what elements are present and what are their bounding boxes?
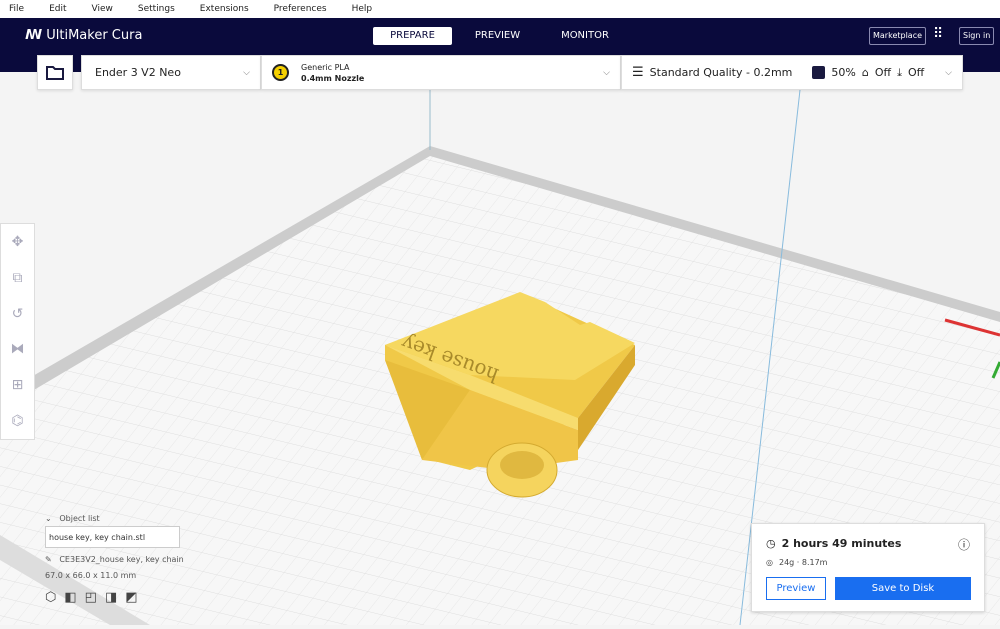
support-blocker-icon[interactable]: ⌬: [11, 413, 23, 429]
printer-name: Ender 3 V2 Neo: [95, 66, 181, 79]
chevron-down-icon: ⌵: [945, 68, 952, 78]
infill-value: 50%: [831, 66, 855, 79]
support-icon: ⌂: [862, 66, 869, 79]
tab-preview[interactable]: PREVIEW: [460, 27, 535, 45]
tab-monitor[interactable]: MONITOR: [545, 27, 625, 45]
scale-tool-icon[interactable]: ⧉: [13, 270, 23, 286]
apps-grid-icon[interactable]: ⠿: [933, 26, 941, 42]
spool-icon: ◎: [766, 558, 773, 567]
infill-icon: [812, 66, 825, 79]
adhesion-icon: ⤓: [897, 66, 902, 80]
folder-icon: [46, 65, 64, 80]
extruder-icon: 1: [272, 64, 289, 81]
menu-extensions[interactable]: Extensions: [200, 4, 249, 14]
sign-in-button[interactable]: Sign in: [959, 27, 994, 45]
object-list-toggle[interactable]: ⌄ Object list: [45, 514, 184, 523]
marketplace-button[interactable]: Marketplace: [869, 27, 926, 45]
object-list-panel: ⌄ Object list ✎ CE3E3V2_house key, key c…: [45, 514, 184, 605]
object-file-field[interactable]: [45, 526, 180, 548]
print-time: 2 hours 49 minutes: [782, 537, 902, 550]
menu-file[interactable]: File: [9, 4, 24, 14]
rotate-tool-icon[interactable]: ↺: [12, 306, 24, 322]
chevron-down-icon: ⌄: [45, 514, 52, 523]
profile-name: Standard Quality - 0.2mm: [650, 66, 793, 79]
info-icon[interactable]: ⓘ: [958, 536, 970, 553]
move-tool-icon[interactable]: ✥: [12, 234, 24, 250]
mirror-tool-icon[interactable]: ⧓: [11, 341, 25, 357]
job-name[interactable]: CE3E3V2_house key, key chain: [59, 555, 183, 564]
per-model-settings-icon[interactable]: ⊞: [12, 377, 24, 393]
nozzle-size: 0.4mm Nozzle: [301, 73, 364, 84]
chevron-down-icon: ⌵: [603, 68, 610, 78]
menu-edit[interactable]: Edit: [49, 4, 66, 14]
printer-selector[interactable]: Ender 3 V2 Neo ⌵: [81, 55, 261, 90]
material-selector[interactable]: 1 Generic PLA0.4mm Nozzle ⌵: [261, 55, 621, 90]
chevron-down-icon: ⌵: [243, 68, 250, 78]
view-top-icon[interactable]: ◰: [85, 590, 97, 605]
object-list-label: Object list: [59, 514, 99, 523]
menu-bar: File Edit View Settings Extensions Prefe…: [0, 0, 1000, 18]
ultimaker-logo-icon: ꟿ: [25, 28, 42, 43]
clock-icon: ◷: [766, 537, 776, 550]
save-to-disk-button[interactable]: Save to Disk: [835, 577, 971, 600]
menu-help[interactable]: Help: [352, 4, 373, 14]
support-value: Off: [875, 66, 891, 79]
material-usage: 24g · 8.17m: [779, 558, 828, 567]
sliders-icon: ☰: [632, 65, 644, 80]
open-file-button[interactable]: [37, 55, 73, 90]
object-dimensions: 67.0 x 66.0 x 11.0 mm: [45, 571, 184, 580]
pencil-icon[interactable]: ✎: [45, 555, 52, 564]
menu-view[interactable]: View: [92, 4, 113, 14]
app-logo: ꟿ UltiMaker Cura: [25, 28, 142, 43]
view-front-icon[interactable]: ◧: [64, 590, 76, 605]
preview-button[interactable]: Preview: [766, 577, 826, 600]
adhesion-value: Off: [908, 66, 924, 79]
view-left-icon[interactable]: ◨: [105, 590, 117, 605]
material-name: Generic PLA: [301, 62, 364, 73]
menu-settings[interactable]: Settings: [138, 4, 175, 14]
view-3d-icon[interactable]: ⬡: [45, 590, 56, 605]
menu-preferences[interactable]: Preferences: [274, 4, 327, 14]
app-title: UltiMaker Cura: [46, 28, 142, 43]
print-settings-selector[interactable]: ☰ Standard Quality - 0.2mm 50% ⌂ Off ⤓ O…: [621, 55, 963, 90]
print-summary-panel: ◷ 2 hours 49 minutes ⓘ ◎ 24g · 8.17m Previ…: [751, 523, 985, 612]
tool-panel: ✥ ⧉ ↺ ⧓ ⊞ ⌬: [0, 223, 35, 440]
view-right-icon[interactable]: ◩: [125, 590, 137, 605]
tab-prepare[interactable]: PREPARE: [373, 27, 452, 45]
